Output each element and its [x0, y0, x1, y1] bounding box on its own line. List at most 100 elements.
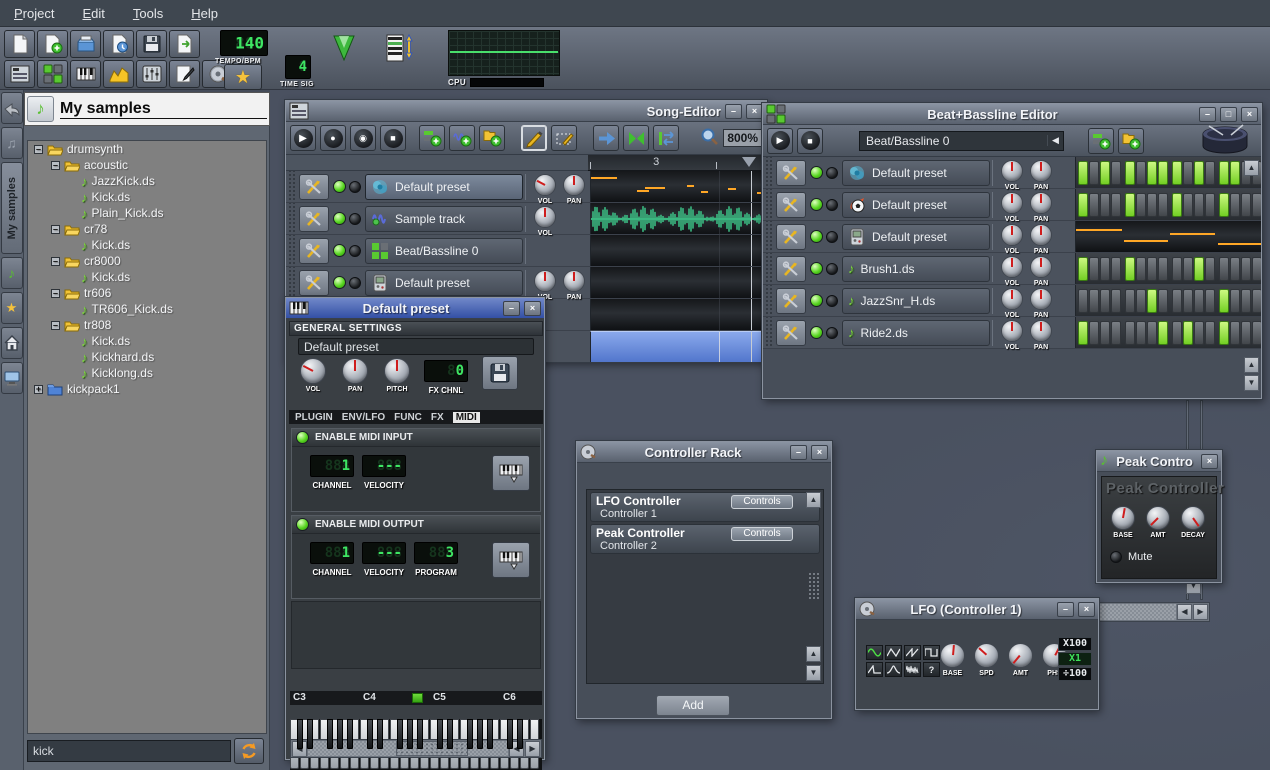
track-mute-led[interactable]: [810, 262, 823, 275]
knob-base[interactable]: BASE: [1111, 506, 1135, 539]
track-mute-led[interactable]: [333, 244, 346, 257]
beat-step[interactable]: [1194, 257, 1204, 281]
midi-velocity-display[interactable]: 888---: [362, 455, 406, 477]
automation-editor-button[interactable]: [103, 60, 134, 88]
track-solo-led[interactable]: [349, 277, 361, 289]
track-name[interactable]: ♪Brush1.ds: [842, 256, 990, 282]
tree-item[interactable]: –tr606: [28, 285, 266, 301]
bb-scroll-down-button[interactable]: ▼: [1244, 375, 1259, 391]
track-name[interactable]: Default preset: [842, 192, 990, 218]
beat-step[interactable]: [1252, 321, 1261, 345]
controls-button[interactable]: Controls: [731, 495, 793, 509]
beat-step[interactable]: [1100, 161, 1110, 185]
menu-item-edit[interactable]: Edit: [82, 6, 104, 21]
beat-step[interactable]: [1100, 193, 1110, 217]
close-button[interactable]: ×: [1078, 602, 1095, 617]
beat-step[interactable]: [1241, 321, 1251, 345]
beat-step[interactable]: [1158, 193, 1168, 217]
beat-step[interactable]: [1158, 257, 1168, 281]
beat-step[interactable]: [1089, 321, 1099, 345]
track-grip[interactable]: [764, 285, 774, 316]
knob-dial-vol[interactable]: [1001, 192, 1023, 214]
minimize-button[interactable]: –: [1199, 107, 1216, 122]
track-mute-led[interactable]: [810, 326, 823, 339]
track-grip[interactable]: [764, 189, 774, 220]
midi-program-display[interactable]: 8883: [414, 542, 458, 564]
sidebar-tab-my-presets[interactable]: ♪: [1, 257, 23, 289]
beat-step[interactable]: [1125, 289, 1135, 313]
beat-step[interactable]: [1125, 257, 1135, 281]
peak-controller-window-titlebar[interactable]: ♪Peak Contro×: [1097, 451, 1221, 472]
maximize-button[interactable]: □: [1220, 107, 1237, 122]
beat-step[interactable]: [1125, 161, 1135, 185]
tree-item[interactable]: –tr808: [28, 317, 266, 333]
knob-dial-vol[interactable]: [534, 270, 556, 292]
knob-dial-pan[interactable]: [563, 174, 585, 196]
beat-step[interactable]: [1089, 289, 1099, 313]
knob-decay[interactable]: DECAY: [1181, 506, 1205, 539]
arrow-right-button[interactable]: [593, 125, 619, 151]
edit-mode-button[interactable]: [551, 125, 577, 151]
tree-expander[interactable]: –: [51, 321, 60, 330]
midi-velocity-display[interactable]: 888---: [362, 542, 406, 564]
menu-item-tools[interactable]: Tools: [133, 6, 163, 21]
track-solo-led[interactable]: [826, 295, 838, 307]
tab-func[interactable]: FUNC: [394, 412, 422, 423]
track-name[interactable]: Default preset: [842, 224, 990, 250]
beat-step[interactable]: [1205, 257, 1215, 281]
fx-channel-display[interactable]: 880: [424, 360, 468, 382]
beat-step[interactable]: [1252, 257, 1261, 281]
tree-expander[interactable]: –: [34, 145, 43, 154]
knob-pan[interactable]: PAN: [1030, 288, 1052, 319]
multiplier-div100-button[interactable]: ÷100: [1058, 667, 1092, 681]
midi-channel-display[interactable]: 8881: [310, 542, 354, 564]
beat-step[interactable]: [1205, 193, 1215, 217]
beat-step[interactable]: [1230, 193, 1240, 217]
beat-step[interactable]: [1205, 161, 1215, 185]
beat-step[interactable]: [1147, 289, 1157, 313]
tree-item[interactable]: ♪Kick.ds: [28, 333, 266, 349]
instrument-editor-window-titlebar[interactable]: Default preset–×: [286, 298, 544, 319]
wave-saw-button[interactable]: [904, 645, 921, 660]
track-name[interactable]: Sample track: [365, 206, 523, 232]
controller-item[interactable]: LFO ControllerController 1Controls: [590, 492, 820, 522]
track-mute-led[interactable]: [810, 230, 823, 243]
refresh-button[interactable]: [234, 738, 264, 764]
beat-step[interactable]: [1183, 193, 1193, 217]
rack-scroll-up-button-2[interactable]: ▲: [806, 646, 821, 662]
samples-search-input[interactable]: [27, 740, 231, 762]
beat-step[interactable]: [1205, 321, 1215, 345]
add-controller-button[interactable]: Add: [656, 695, 730, 716]
song-track-content[interactable]: [590, 331, 766, 362]
tap-tempo-button[interactable]: ★: [224, 64, 262, 90]
track-grip[interactable]: [764, 253, 774, 284]
song-track-content[interactable]: [590, 299, 766, 330]
multiplier-x1-button[interactable]: X1: [1058, 652, 1092, 666]
tree-item[interactable]: ♪Plain_Kick.ds: [28, 205, 266, 221]
track-actions-button[interactable]: [776, 160, 806, 186]
play-button[interactable]: ▶: [290, 125, 316, 151]
beat-step[interactable]: [1205, 289, 1215, 313]
knob-pitch[interactable]: PITCH: [384, 358, 410, 393]
black-key[interactable]: [467, 719, 473, 749]
track-actions-button[interactable]: [776, 320, 806, 346]
beat-step[interactable]: [1100, 321, 1110, 345]
sidebar-tab-favorites[interactable]: ★: [1, 292, 23, 324]
black-key[interactable]: [507, 719, 513, 749]
beat-step[interactable]: [1111, 321, 1121, 345]
tree-item[interactable]: ♪Kick.ds: [28, 269, 266, 285]
midi-enable-led[interactable]: [296, 431, 309, 444]
knob-vol[interactable]: VOL: [534, 270, 556, 301]
beat-step[interactable]: [1089, 161, 1099, 185]
song-track-content[interactable]: [590, 171, 766, 202]
tree-expander[interactable]: –: [51, 289, 60, 298]
beat-step[interactable]: [1111, 161, 1121, 185]
beat-step[interactable]: [1078, 321, 1088, 345]
track-grip[interactable]: [287, 235, 297, 266]
export-project-button[interactable]: [169, 30, 200, 58]
knob-pan[interactable]: PAN: [1030, 320, 1052, 351]
knob-dial-pan[interactable]: [1030, 256, 1052, 278]
beat-step[interactable]: [1111, 193, 1121, 217]
bb-editor-button[interactable]: [37, 60, 68, 88]
knob-dial-pitch[interactable]: [384, 358, 410, 384]
